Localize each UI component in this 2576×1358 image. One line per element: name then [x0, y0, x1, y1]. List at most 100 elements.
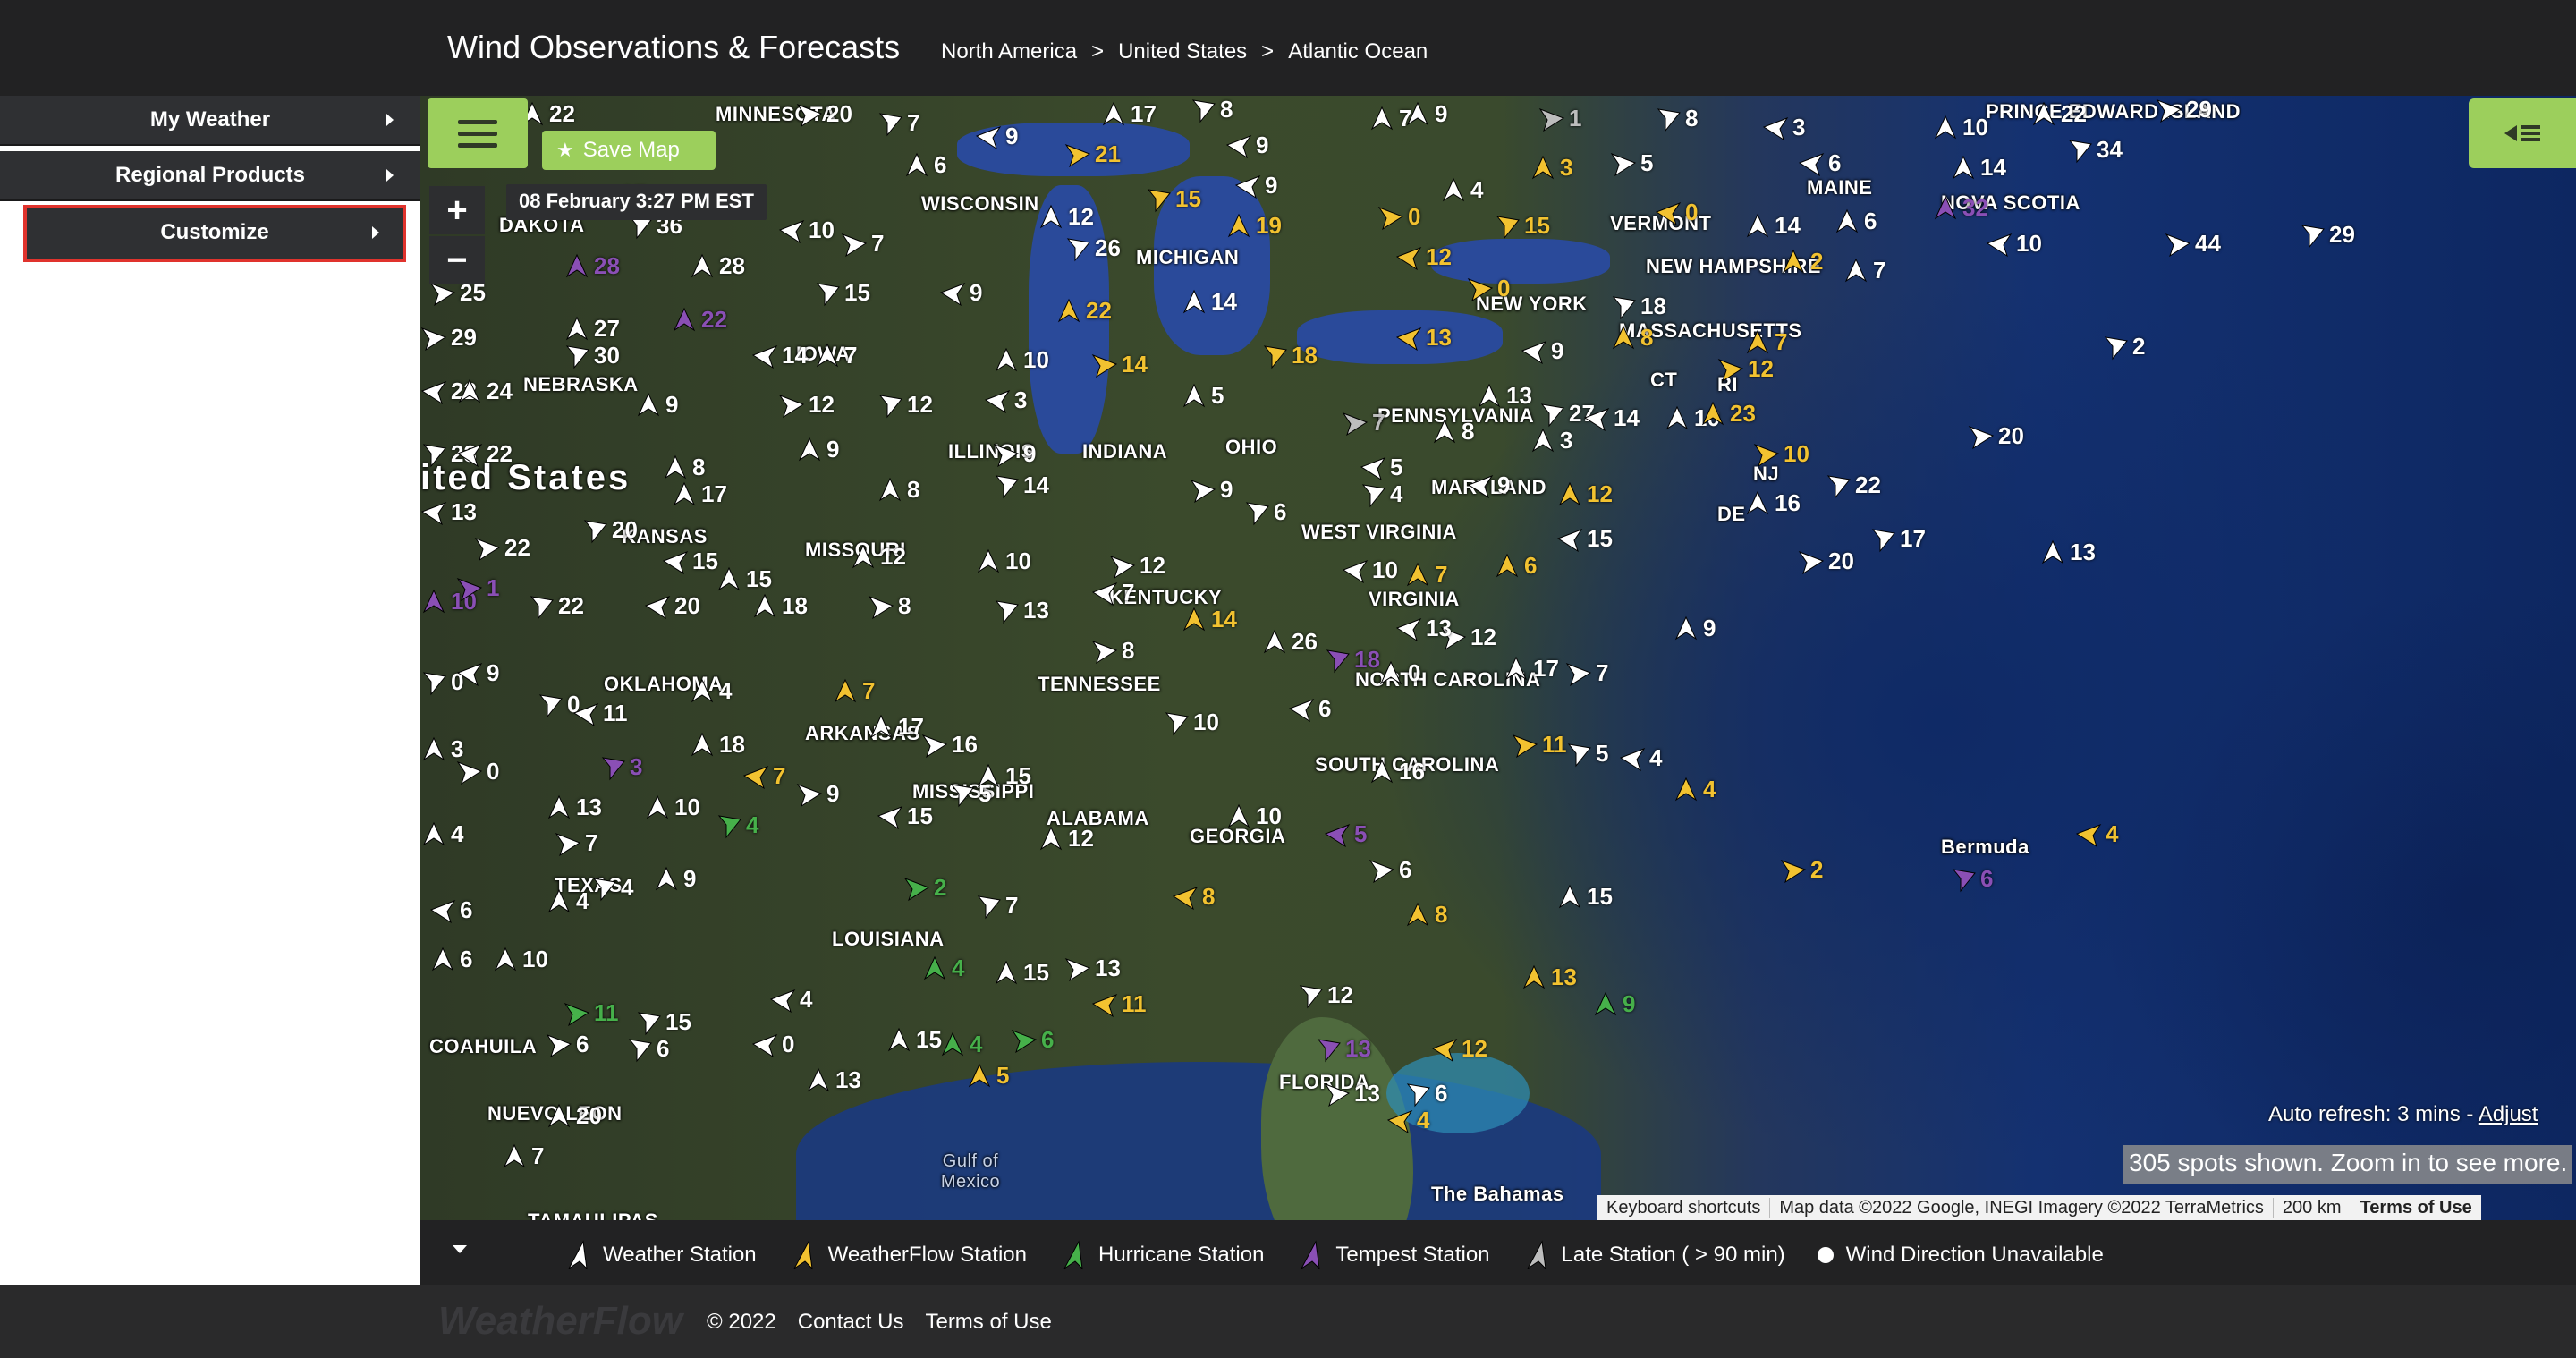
wind-marker[interactable]: 2 — [2102, 333, 2145, 361]
wind-marker[interactable]: 15 — [814, 279, 870, 307]
wind-marker[interactable]: 15 — [1494, 212, 1550, 240]
wind-marker[interactable]: 10 — [1342, 556, 1398, 584]
wind-marker[interactable]: 6 — [1404, 1080, 1447, 1108]
wind-marker[interactable]: 14 — [1950, 154, 2006, 182]
wind-marker[interactable]: 4 — [769, 986, 812, 1014]
wind-marker[interactable]: 15 — [716, 565, 772, 593]
wind-marker[interactable]: 10 — [1163, 709, 1219, 736]
wind-marker[interactable]: 9 — [1673, 615, 1716, 642]
wind-marker[interactable]: 7 — [501, 1142, 544, 1170]
wind-marker[interactable]: 5 — [1565, 740, 1608, 768]
map-menu-button[interactable] — [428, 98, 528, 168]
wind-marker[interactable]: 13 — [1315, 1035, 1371, 1063]
wind-marker[interactable]: 13 — [1064, 955, 1121, 982]
wind-marker[interactable]: 13 — [1395, 615, 1452, 642]
wind-marker[interactable]: 7 — [1404, 561, 1447, 589]
wind-marker[interactable]: 34 — [2066, 136, 2123, 164]
wind-marker[interactable]: 22 — [1055, 297, 1112, 325]
wind-marker[interactable]: 4 — [1360, 480, 1402, 508]
wind-marker[interactable]: 6 — [1950, 865, 1993, 893]
wind-marker[interactable]: 2 — [903, 874, 946, 902]
wind-marker[interactable]: 14 — [1583, 404, 1640, 432]
wind-marker[interactable]: 12 — [1297, 981, 1353, 1009]
panel-toggle-button[interactable] — [2469, 98, 2576, 168]
wind-marker[interactable]: 18 — [1610, 293, 1666, 320]
wind-marker[interactable]: 15 — [993, 959, 1049, 987]
wind-marker[interactable]: 17 — [671, 480, 727, 508]
wind-marker[interactable]: 17 — [1100, 100, 1157, 128]
wind-marker[interactable]: 8 — [877, 476, 919, 504]
wind-marker[interactable]: 7 — [832, 677, 875, 705]
wind-marker[interactable]: 9 — [939, 279, 982, 307]
wind-marker[interactable]: 4 — [689, 677, 732, 705]
wind-marker[interactable]: 10 — [1753, 440, 1809, 468]
wind-marker[interactable]: 9 — [1225, 132, 1268, 159]
wind-marker[interactable]: 6 — [626, 1035, 669, 1063]
breadcrumb-united-states[interactable]: United States — [1118, 39, 1247, 64]
wind-marker[interactable]: 7 — [1565, 659, 1608, 687]
wind-marker[interactable]: 10 — [993, 346, 1049, 374]
wind-marker[interactable]: 4 — [716, 811, 758, 839]
wind-marker[interactable]: 13 — [1324, 1080, 1380, 1108]
wind-marker[interactable]: 10 — [492, 946, 548, 973]
wind-marker[interactable]: 9 — [1521, 337, 1563, 365]
wind-marker[interactable]: 15 — [1145, 185, 1201, 213]
wind-marker[interactable]: 19 — [1225, 212, 1282, 240]
sidebar-item-regional-products[interactable]: Regional Products — [0, 151, 420, 201]
wind-marker[interactable]: 14 — [1744, 212, 1801, 240]
wind-marker[interactable]: 27 — [564, 315, 620, 343]
wind-marker[interactable]: 13 — [1395, 324, 1452, 352]
wind-marker[interactable]: 2 — [1780, 248, 1823, 276]
map-terms-link[interactable]: Terms of Use — [2351, 1198, 2481, 1218]
wind-marker[interactable]: 18 — [751, 592, 808, 620]
sidebar-item-my-weather[interactable]: My Weather — [0, 96, 420, 146]
wind-marker[interactable]: 17 — [868, 713, 924, 741]
wind-marker[interactable]: 6 — [1834, 208, 1877, 235]
wind-marker[interactable]: 12 — [1556, 480, 1613, 508]
wind-marker[interactable]: 22 — [1825, 471, 1881, 499]
brand-logo[interactable]: WeatherFlow — [438, 1299, 682, 1344]
keyboard-shortcuts-link[interactable]: Keyboard shortcuts — [1597, 1197, 1771, 1218]
wind-marker[interactable]: 13 — [1521, 963, 1577, 991]
wind-marker[interactable]: 20 — [581, 516, 638, 544]
wind-marker[interactable]: 9 — [635, 391, 678, 419]
wind-marker[interactable]: 21 — [1064, 140, 1121, 168]
wind-marker[interactable]: 7 — [841, 230, 884, 258]
wind-marker[interactable]: 20 — [546, 1102, 602, 1130]
wind-marker[interactable]: 8 — [1655, 105, 1698, 132]
wind-marker[interactable]: 11 — [1512, 731, 1567, 759]
terms-of-use-link[interactable]: Terms of Use — [925, 1310, 1051, 1335]
wind-marker[interactable]: 9 — [1592, 990, 1635, 1018]
wind-marker[interactable]: 6 — [429, 896, 472, 924]
wind-marker[interactable]: 8 — [1190, 96, 1233, 123]
wind-marker[interactable]: 29 — [2299, 221, 2355, 249]
wind-marker[interactable]: 10 — [1225, 802, 1282, 830]
wind-marker[interactable]: 20 — [1968, 422, 2024, 450]
wind-marker[interactable]: 3 — [1530, 427, 1572, 454]
wind-marker[interactable]: 6 — [903, 151, 946, 179]
wind-marker[interactable]: 16 — [1368, 758, 1425, 785]
wind-marker[interactable]: 9 — [1234, 172, 1277, 199]
wind-marker[interactable]: 18 — [1324, 646, 1380, 674]
wind-marker[interactable]: 14 — [751, 342, 808, 369]
wind-marker[interactable]: 9 — [796, 780, 839, 808]
wind-marker[interactable]: 13 — [546, 794, 602, 821]
wind-marker[interactable]: 4 — [2075, 820, 2118, 848]
wind-marker[interactable]: 12 — [1038, 825, 1094, 853]
wind-marker[interactable]: 22 — [2030, 100, 2087, 128]
wind-marker[interactable]: 29 — [2156, 96, 2212, 123]
wind-marker[interactable]: 18 — [689, 731, 745, 759]
wind-marker[interactable]: 0 — [751, 1031, 794, 1058]
contact-us-link[interactable]: Contact Us — [798, 1310, 904, 1335]
wind-marker[interactable]: 0 — [1377, 659, 1420, 687]
wind-marker[interactable]: 8 — [1404, 901, 1447, 929]
wind-marker[interactable]: 8 — [1431, 418, 1474, 446]
wind-marker[interactable]: 4 — [420, 820, 463, 848]
wind-marker[interactable]: 5 — [1360, 454, 1402, 481]
wind-marker[interactable]: 30 — [564, 342, 620, 369]
wind-marker[interactable]: 4 — [1386, 1107, 1429, 1134]
wind-marker[interactable]: 9 — [796, 436, 839, 463]
wind-marker[interactable]: 10 — [1932, 114, 1988, 141]
wind-marker[interactable]: 4 — [546, 887, 589, 915]
wind-marker[interactable]: 14 — [993, 471, 1049, 499]
